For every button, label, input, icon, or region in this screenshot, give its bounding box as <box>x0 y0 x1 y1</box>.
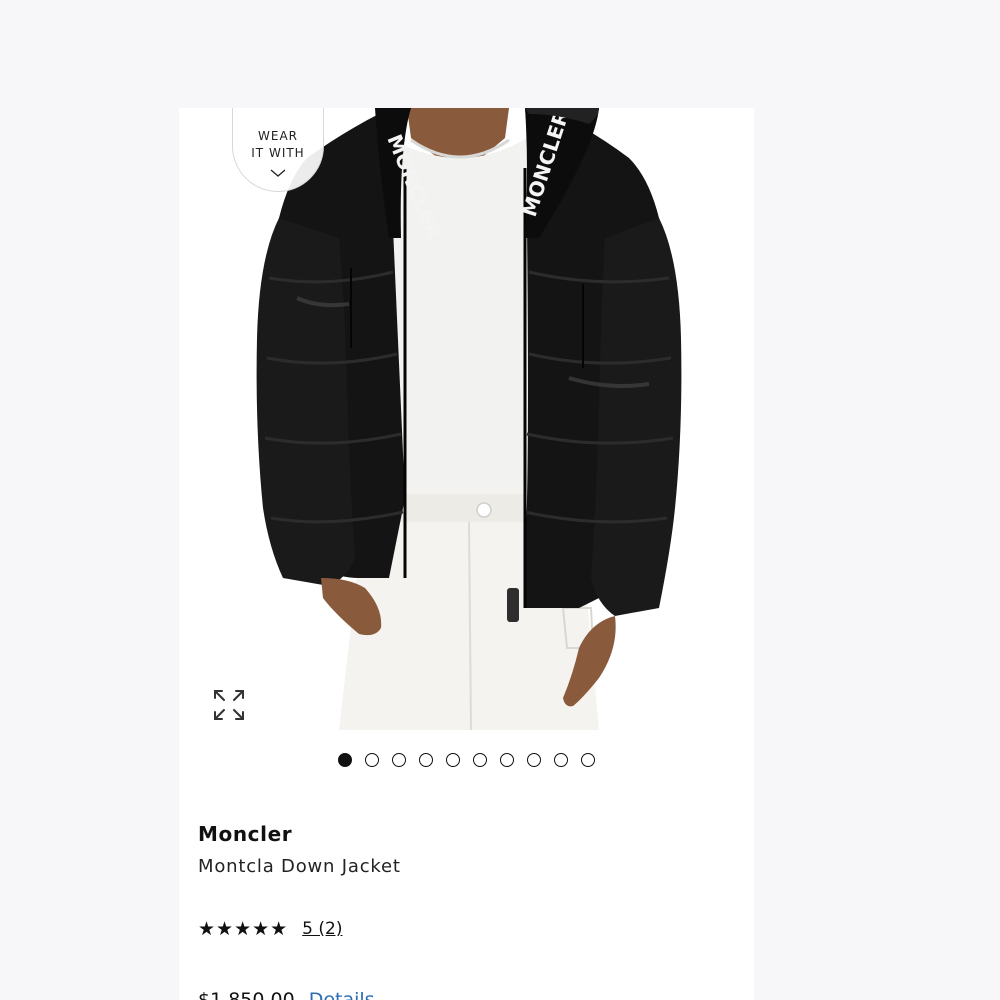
carousel-dot[interactable] <box>338 753 352 767</box>
product-card: MONCLER MONCLER WEAR IT WITH Moncler Mon… <box>179 108 754 1000</box>
carousel-dot[interactable] <box>473 753 487 767</box>
product-image[interactable]: MONCLER MONCLER <box>179 108 754 730</box>
carousel-dot[interactable] <box>446 753 460 767</box>
carousel-dot[interactable] <box>554 753 568 767</box>
rating-stars: ★★★★★ <box>198 918 289 940</box>
carousel-dot[interactable] <box>500 753 514 767</box>
image-carousel-dots <box>179 752 754 768</box>
wear-it-with-line2: IT WITH <box>251 146 305 160</box>
price-row: $1,850.00 Details <box>198 985 375 1000</box>
wear-it-with-line1: WEAR <box>258 129 298 143</box>
carousel-dot[interactable] <box>392 753 406 767</box>
price-details-link[interactable]: Details <box>309 989 375 1000</box>
product-rating: ★★★★★ 5 (2) <box>198 917 342 941</box>
carousel-dot[interactable] <box>527 753 541 767</box>
product-name: Montcla Down Jacket <box>198 856 401 877</box>
product-price: $1,850.00 <box>198 989 295 1000</box>
carousel-dot[interactable] <box>365 753 379 767</box>
carousel-dot[interactable] <box>581 753 595 767</box>
chevron-down-icon <box>270 163 286 177</box>
product-brand[interactable]: Moncler <box>198 822 292 846</box>
expand-icon[interactable] <box>211 687 247 723</box>
reviews-link[interactable]: 5 (2) <box>302 919 342 939</box>
carousel-dot[interactable] <box>419 753 433 767</box>
